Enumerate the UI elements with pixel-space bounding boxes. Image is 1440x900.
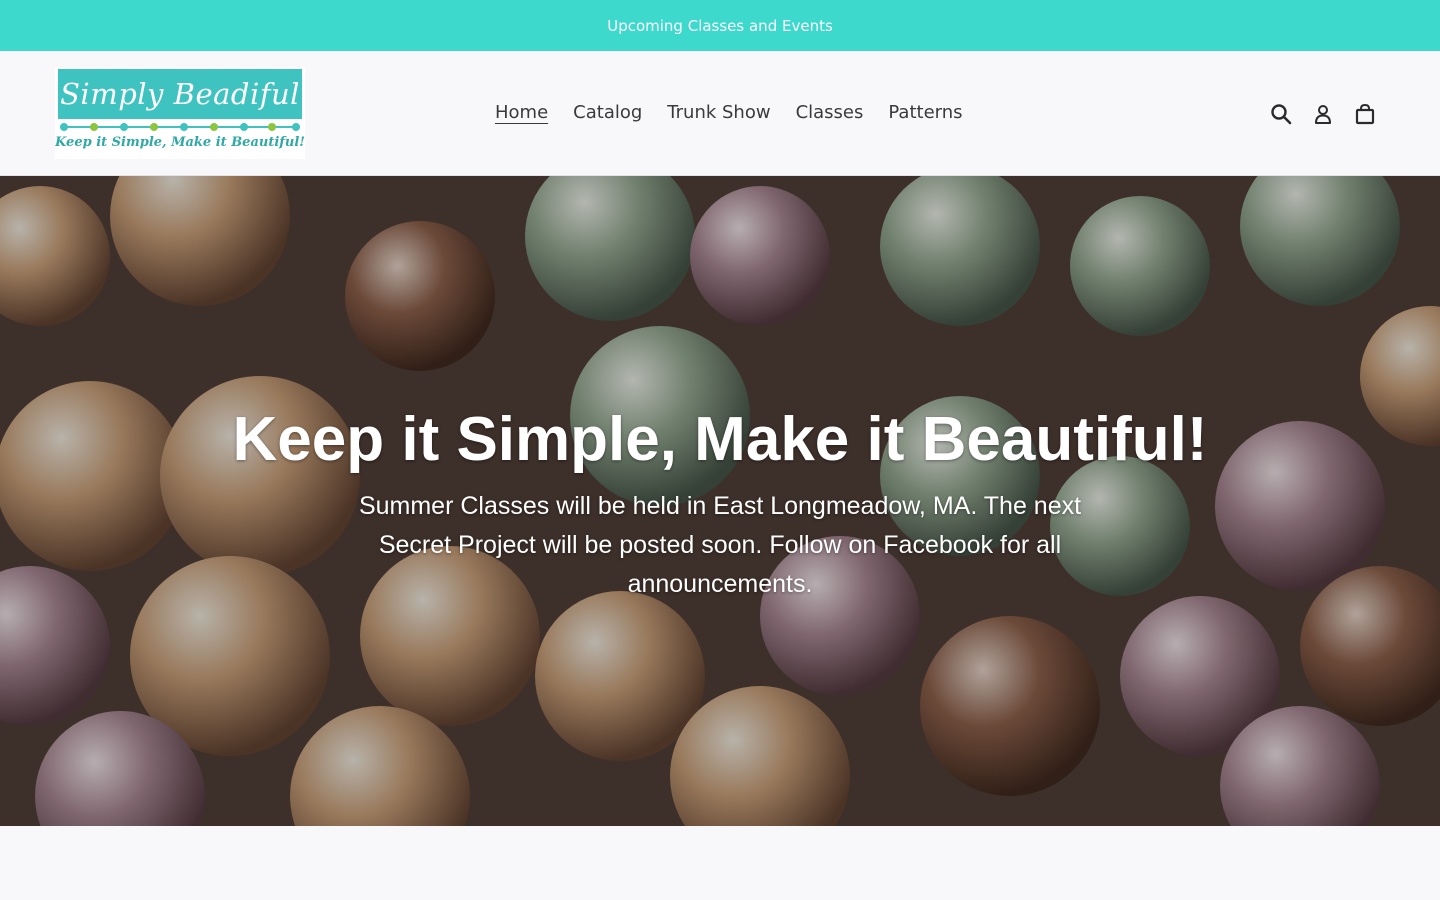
nav-item-catalog[interactable]: Catalog — [573, 101, 642, 125]
search-icon[interactable] — [1268, 101, 1294, 127]
nav-item-trunk-show[interactable]: Trunk Show — [667, 101, 770, 125]
header-icons — [1268, 101, 1378, 127]
nav-item-home[interactable]: Home — [495, 101, 548, 125]
announcement-text: Upcoming Classes and Events — [607, 16, 833, 35]
nav-item-classes[interactable]: Classes — [796, 101, 864, 125]
account-icon[interactable] — [1310, 101, 1336, 127]
nav-item-patterns[interactable]: Patterns — [888, 101, 962, 125]
hero-subtitle: Summer Classes will be held in East Long… — [358, 492, 1082, 598]
logo-title: Simply Beadiful — [60, 77, 300, 111]
site-header: Simply Beadiful Keep it Simple, Make it … — [0, 51, 1440, 176]
hero-banner: Keep it Simple, Make it Beautiful! Summe… — [0, 176, 1440, 826]
cart-icon[interactable] — [1352, 101, 1378, 127]
logo-tagline: Keep it Simple, Make it Beautiful! — [55, 135, 305, 150]
hero-title: Keep it Simple, Make it Beautiful! — [232, 405, 1208, 474]
logo-banner: Simply Beadiful — [58, 69, 302, 119]
announcement-bar[interactable]: Upcoming Classes and Events — [0, 0, 1440, 51]
logo-dots-decoration — [60, 123, 300, 131]
page-content-area — [0, 826, 1440, 900]
main-nav: Home Catalog Trunk Show Classes Patterns — [495, 101, 963, 125]
site-logo[interactable]: Simply Beadiful Keep it Simple, Make it … — [55, 67, 305, 159]
